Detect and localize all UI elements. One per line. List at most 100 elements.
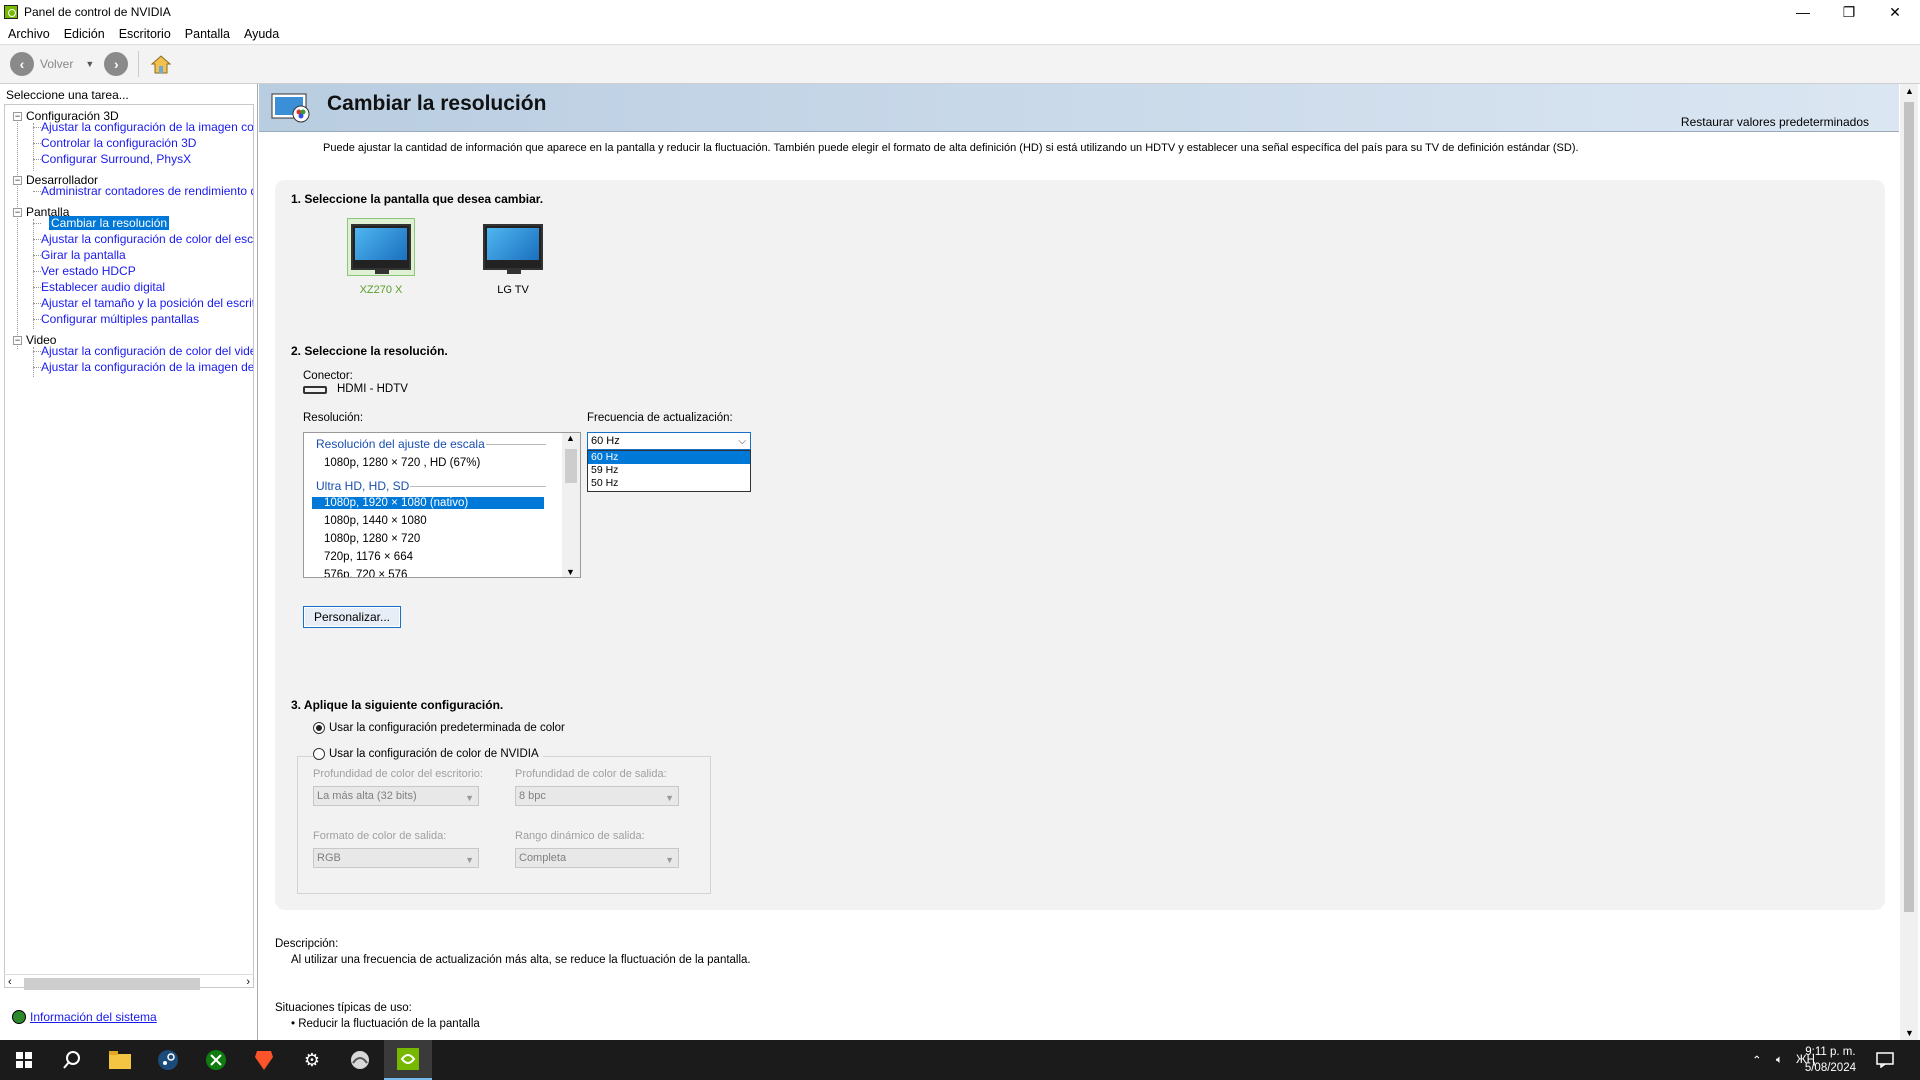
tree-item-desktop-size[interactable]: Ajustar el tamaño y la posición del escr… (41, 296, 253, 310)
scroll-down-icon[interactable]: ▼ (1905, 1028, 1914, 1038)
radio-default-color[interactable]: Usar la configuración predeterminada de … (313, 722, 565, 734)
back-label[interactable]: Volver (40, 57, 73, 71)
forward-arrow-icon[interactable]: › (104, 52, 129, 76)
resolution-item[interactable]: 720p, 1176 × 664 (324, 551, 413, 563)
sidebar-header: Seleccione una tarea... (6, 88, 129, 102)
resolution-item[interactable]: 1080p, 1440 × 1080 (324, 515, 427, 527)
collapse-icon[interactable]: − (13, 112, 22, 122)
collapse-icon[interactable]: − (13, 176, 22, 186)
chevron-down-icon: ▼ (665, 855, 674, 865)
close-button[interactable]: ✕ (1872, 0, 1918, 24)
home-icon[interactable] (149, 52, 173, 76)
tree-item-multiple-displays[interactable]: Configurar múltiples pantallas (41, 312, 199, 326)
radio-nvidia-label: Usar la configuración de color de NVIDIA (329, 748, 539, 760)
scrollbar-thumb[interactable] (565, 449, 577, 483)
system-info-link[interactable]: Información del sistema (12, 1010, 157, 1024)
file-explorer-icon[interactable] (96, 1040, 144, 1080)
dynamic-range-select: Completa ▼ (515, 848, 679, 868)
volume-icon[interactable]: 🔈︎ (1776, 1040, 1783, 1080)
scroll-right-icon[interactable]: › (246, 976, 250, 988)
system-info-label[interactable]: Información del sistema (30, 1010, 157, 1024)
scrollbar-thumb[interactable] (24, 978, 200, 990)
history-dropdown-icon[interactable]: ▼ (85, 59, 94, 69)
nvidia-app-icon (4, 5, 18, 19)
system-clock[interactable]: 9:11 p. m. 5/08/2024 (1805, 1044, 1856, 1076)
refresh-option[interactable]: 59 Hz (588, 464, 750, 477)
menu-edicion[interactable]: Edición (64, 27, 105, 41)
dynamic-range-label: Rango dinámico de salida: (515, 830, 645, 842)
nvidia-taskbar-icon[interactable] (384, 1040, 432, 1080)
refresh-rate-value: 60 Hz (591, 435, 620, 447)
settings-gear-icon[interactable]: ⚙ (288, 1040, 336, 1080)
resolution-list[interactable]: Resolución del ajuste de escala 1080p, 1… (303, 432, 581, 578)
refresh-option[interactable]: 50 Hz (588, 477, 750, 490)
clock-date: 5/08/2024 (1804, 1062, 1856, 1074)
radio-unselected-icon[interactable] (313, 748, 325, 760)
notifications-icon[interactable] (1876, 1040, 1894, 1080)
tree-item-change-resolution[interactable]: Cambiar la resolución (49, 216, 170, 230)
brave-browser-icon[interactable] (240, 1040, 288, 1080)
tree-item-perf-counters[interactable]: Administrar contadores de rendimiento de… (41, 184, 253, 198)
tree-item-3d-settings[interactable]: Controlar la configuración 3D (41, 136, 196, 150)
chevron-down-icon: ⌵ (738, 436, 746, 447)
customize-button[interactable]: Personalizar... (303, 606, 401, 628)
collapse-icon[interactable]: − (13, 208, 22, 218)
chevron-down-icon: ▼ (665, 793, 674, 803)
resolution-label: Resolución: (303, 412, 364, 424)
output-format-label: Formato de color de salida: (313, 830, 447, 842)
search-icon[interactable] (48, 1040, 96, 1080)
toolbar: ‹ Volver ▼ › (0, 44, 1920, 84)
step1-heading: 1. Seleccione la pantalla que desea camb… (291, 192, 544, 206)
scroll-down-icon[interactable]: ▼ (566, 567, 575, 577)
steam-icon[interactable] (144, 1040, 192, 1080)
tree-item-image-settings[interactable]: Ajustar la configuración de la imagen co… (41, 120, 253, 134)
display-lg-tv[interactable] (479, 218, 547, 276)
display-label-lg-tv: LG TV (497, 284, 529, 296)
tree-item-desktop-color[interactable]: Ajustar la configuración de color del es… (41, 232, 253, 246)
refresh-rate-dropdown[interactable]: 60 Hz 59 Hz 50 Hz (587, 450, 751, 492)
menu-bar: Archivo Edición Escritorio Pantalla Ayud… (0, 24, 1920, 44)
tree-item-surround-physx[interactable]: Configurar Surround, PhysX (41, 152, 191, 166)
radio-selected-icon[interactable] (313, 722, 325, 734)
resolution-item-selected[interactable]: 1080p, 1920 × 1080 (nativo) (312, 497, 544, 509)
scroll-up-icon[interactable]: ▲ (1905, 86, 1914, 96)
resolution-list-scrollbar[interactable]: ▲ ▼ (562, 433, 580, 577)
restore-button[interactable]: ❐ (1826, 0, 1872, 24)
xbox-icon[interactable] (192, 1040, 240, 1080)
settings-panel: 1. Seleccione la pantalla que desea camb… (275, 180, 1885, 910)
display-xz270x[interactable] (347, 218, 415, 276)
app-icon[interactable] (336, 1040, 384, 1080)
menu-pantalla[interactable]: Pantalla (185, 27, 230, 41)
collapse-icon[interactable]: − (13, 336, 22, 346)
main-vertical-scrollbar[interactable]: ▲ ▼ (1900, 84, 1918, 1040)
menu-archivo[interactable]: Archivo (8, 27, 50, 41)
scroll-up-icon[interactable]: ▲ (566, 433, 575, 443)
refresh-label: Frecuencia de actualización: (587, 412, 733, 424)
minimize-button[interactable]: — (1780, 0, 1826, 24)
resolution-item[interactable]: 576p, 720 × 576 (324, 569, 407, 577)
output-depth-select: 8 bpc ▼ (515, 786, 679, 806)
windows-start-icon[interactable] (0, 1040, 48, 1080)
sidebar-horizontal-scrollbar[interactable]: ‹ › (4, 974, 254, 990)
scrollbar-thumb[interactable] (1904, 102, 1914, 912)
desktop-depth-select: La más alta (32 bits) ▼ (313, 786, 479, 806)
refresh-option[interactable]: 60 Hz (588, 451, 750, 464)
page-banner: Cambiar la resolución Restaurar valores … (259, 84, 1899, 132)
tree-item-rotate-display[interactable]: Girar la pantalla (41, 248, 126, 262)
scroll-left-icon[interactable]: ‹ (8, 976, 12, 988)
resolution-item[interactable]: 1080p, 1280 × 720 (324, 533, 420, 545)
show-hidden-icons[interactable]: ⌃ (1752, 1040, 1762, 1080)
radio-nvidia-color[interactable]: Usar la configuración de color de NVIDIA (313, 748, 543, 760)
refresh-rate-select[interactable]: 60 Hz ⌵ (587, 432, 751, 450)
title-bar: Panel de control de NVIDIA — ❐ ✕ (0, 0, 1920, 24)
resolution-item[interactable]: 1080p, 1280 × 720 , HD (67%) (324, 457, 480, 469)
back-arrow-icon[interactable]: ‹ (10, 52, 34, 76)
restore-defaults-link[interactable]: Restaurar valores predeterminados (1681, 115, 1869, 129)
tree-item-digital-audio[interactable]: Establecer audio digital (41, 280, 165, 294)
output-depth-label: Profundidad de color de salida: (515, 768, 667, 780)
tree-item-video-color[interactable]: Ajustar la configuración de color del vi… (41, 344, 253, 358)
tree-item-video-image[interactable]: Ajustar la configuración de la imagen de… (41, 360, 253, 374)
menu-ayuda[interactable]: Ayuda (244, 27, 279, 41)
tree-item-hdcp-status[interactable]: Ver estado HDCP (41, 264, 136, 278)
menu-escritorio[interactable]: Escritorio (119, 27, 171, 41)
